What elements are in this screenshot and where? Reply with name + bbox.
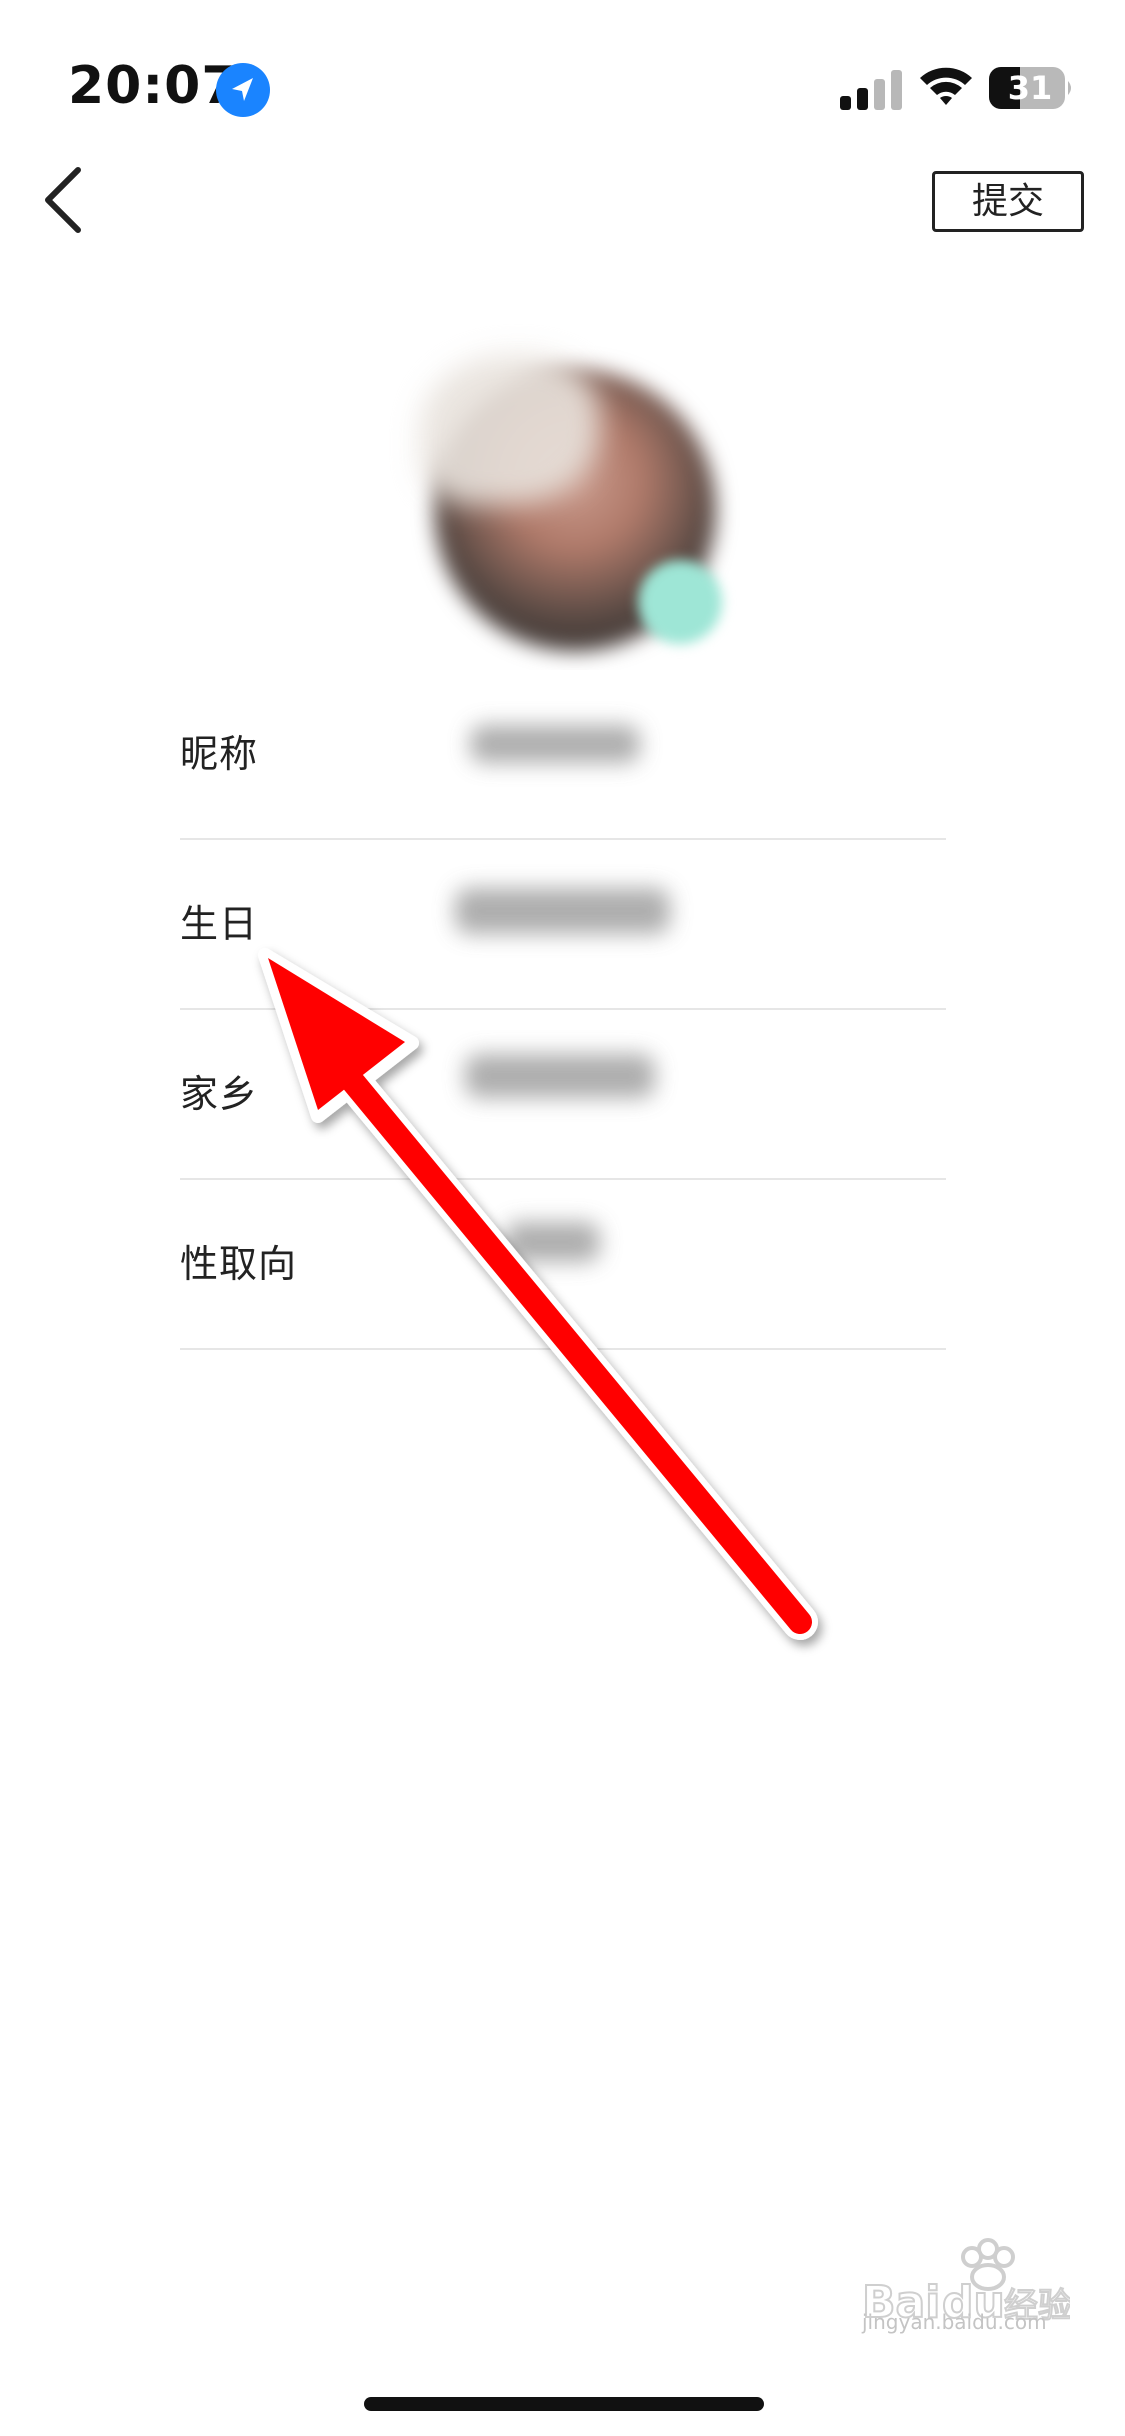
form-row-nickname[interactable]: 昵称 (180, 670, 946, 840)
form-row-birthday[interactable]: 生日 (180, 840, 946, 1010)
cellular-signal-icon (840, 70, 902, 110)
birthday-field[interactable] (462, 840, 946, 1006)
battery-level: 31 (1007, 69, 1053, 107)
submit-button[interactable]: 提交 (932, 171, 1084, 232)
home-indicator[interactable] (364, 2397, 764, 2411)
status-time: 20:07 (68, 56, 239, 116)
location-arrow-icon (216, 63, 270, 117)
wifi-icon (920, 67, 972, 105)
status-bar: 20:07 31 (0, 0, 1125, 140)
hometown-field[interactable] (462, 1010, 946, 1176)
back-button[interactable] (34, 164, 94, 236)
avatar-image-highlight (420, 355, 600, 505)
hometown-label: 家乡 (180, 1072, 259, 1116)
avatar-edit-badge[interactable] (638, 560, 722, 644)
birthday-label: 生日 (180, 902, 259, 946)
nickname-field[interactable] (462, 670, 946, 836)
form-row-orientation[interactable]: 性取向 (180, 1180, 946, 1350)
form-row-hometown[interactable]: 家乡 (180, 1010, 946, 1180)
watermark-url: jingyan.baidu.com (862, 2310, 1047, 2334)
orientation-label: 性取向 (180, 1242, 298, 1286)
orientation-field[interactable] (462, 1180, 946, 1346)
profile-form: 昵称 生日 家乡 性取向 (180, 670, 946, 1350)
avatar[interactable] (420, 355, 740, 665)
nickname-label: 昵称 (180, 732, 259, 776)
